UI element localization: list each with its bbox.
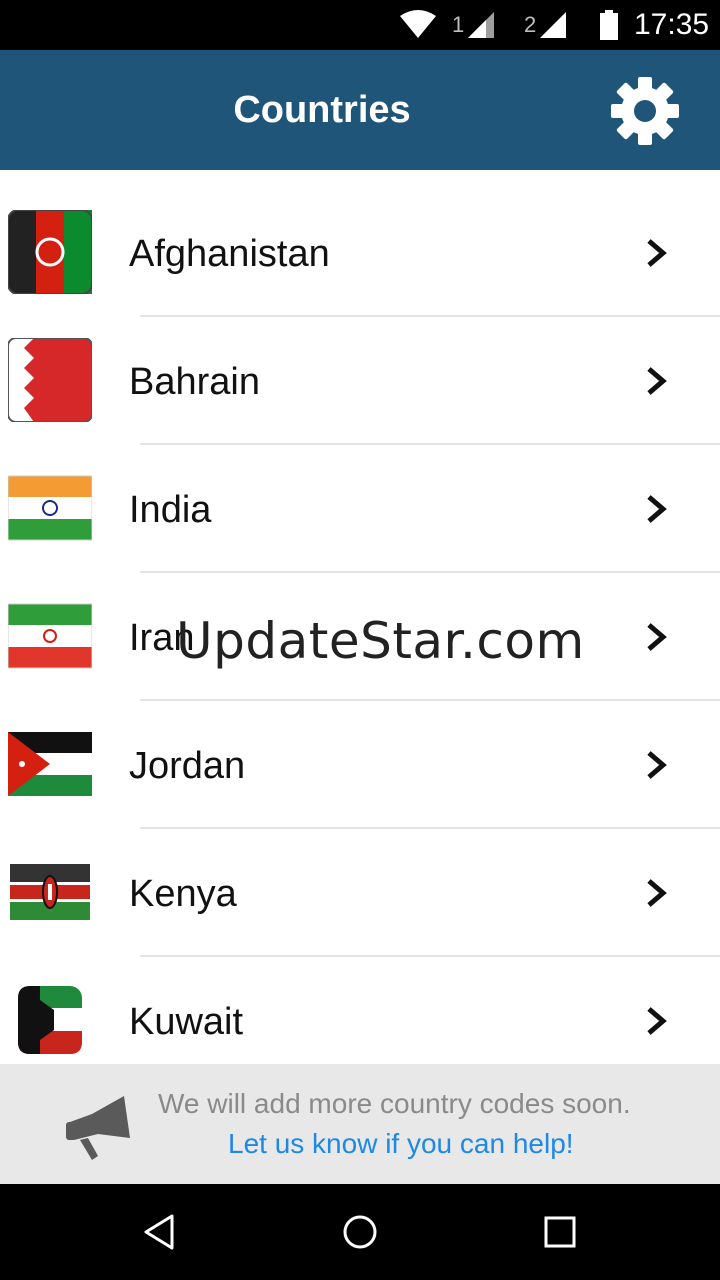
signal-sim2-icon: 2 (524, 0, 568, 50)
system-nav-bar (0, 1184, 720, 1280)
footer-banner: We will add more country codes soon. Let… (0, 1064, 720, 1184)
back-icon (144, 1214, 174, 1250)
app-bar: Countries (0, 50, 720, 170)
recents-icon (544, 1216, 576, 1248)
iran-flag-icon (8, 603, 92, 669)
chevron-right-icon (647, 751, 667, 779)
back-button[interactable] (100, 1184, 220, 1280)
wifi-icon (398, 0, 438, 50)
list-item-india[interactable]: India (0, 426, 720, 554)
list-item-jordan[interactable]: Jordan (0, 682, 720, 810)
chevron-right-icon (647, 495, 667, 523)
list-item-kenya[interactable]: Kenya (0, 810, 720, 938)
clock: 17:35 (634, 8, 710, 41)
list-item-kuwait[interactable]: Kuwait (0, 938, 720, 1064)
recents-button[interactable] (500, 1184, 620, 1280)
list-item-bahrain[interactable]: Bahrain (0, 298, 720, 426)
signal-sim1-icon: 1 (452, 0, 496, 50)
gear-icon[interactable] (608, 74, 682, 148)
chevron-right-icon (647, 239, 667, 267)
megaphone-icon (66, 1096, 130, 1160)
bahrain-flag-icon (8, 338, 92, 422)
help-link[interactable]: Let us know if you can help! (228, 1128, 574, 1160)
home-button[interactable] (300, 1184, 420, 1280)
kenya-flag-icon (10, 864, 90, 920)
india-flag-icon (8, 475, 92, 541)
status-bar: 1 2 17:35 (0, 0, 720, 50)
list-item-afghanistan[interactable]: Afghanistan (0, 170, 720, 298)
sim2-label: 2 (524, 12, 537, 37)
kuwait-flag-icon (18, 986, 82, 1054)
jordan-flag-icon (8, 732, 92, 796)
afghanistan-flag-icon (8, 210, 92, 294)
chevron-right-icon (647, 1007, 667, 1035)
page-title: Countries (233, 89, 411, 131)
chevron-right-icon (647, 367, 667, 395)
battery-icon (598, 0, 620, 50)
chevron-right-icon (647, 879, 667, 907)
footer-message: We will add more country codes soon. (158, 1088, 631, 1119)
country-name: Kuwait (129, 1001, 244, 1043)
home-icon (343, 1215, 377, 1249)
sim1-label: 1 (452, 12, 465, 37)
chevron-right-icon (647, 623, 667, 651)
watermark: UpdateStar.com (176, 612, 585, 670)
